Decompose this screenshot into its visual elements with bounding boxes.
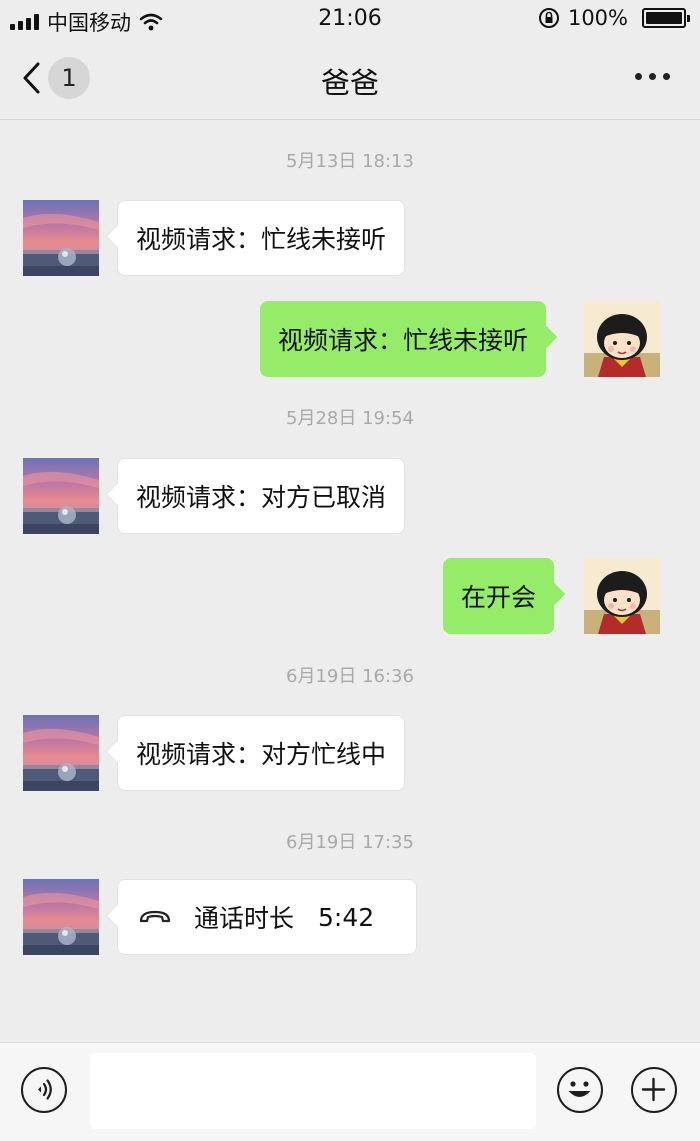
battery-label: 100% <box>567 6 628 30</box>
chat-area[interactable]: 5月13日 18:13 视频请求：忙线未接听 视频请求：忙线未接听 5月28日 … <box>0 121 700 1042</box>
message-bubble-sent[interactable]: 视频请求：忙线未接听 <box>260 301 547 377</box>
call-record-bubble[interactable]: 通话时长 5:42 <box>117 879 417 955</box>
more-dots-icon <box>635 73 642 80</box>
more-button[interactable] <box>635 73 670 80</box>
page-title: 爸爸 <box>320 66 379 100</box>
nav-bar: 1 爸爸 <box>0 40 700 120</box>
voice-button[interactable] <box>21 1067 67 1113</box>
call-duration-label: 通话时长 <box>194 904 295 933</box>
message-input[interactable] <box>90 1053 536 1129</box>
status-right: 100% <box>538 6 690 30</box>
avatar[interactable] <box>23 879 99 955</box>
plus-button[interactable] <box>631 1067 677 1113</box>
plus-icon <box>641 1077 666 1102</box>
message-text: 在开会 <box>461 583 537 612</box>
message-bubble-received[interactable]: 视频请求：对方忙线中 <box>117 715 406 791</box>
call-duration-value: 5:42 <box>318 902 375 932</box>
timestamp: 5月13日 18:13 <box>286 151 414 172</box>
emoji-icon <box>568 1081 591 1097</box>
message-bubble-received[interactable]: 视频请求：对方已取消 <box>117 458 406 534</box>
message-bubble-sent[interactable]: 在开会 <box>443 558 555 634</box>
input-bar <box>0 1042 700 1141</box>
battery-icon <box>642 8 690 28</box>
message-text: 视频请求：忙线未接听 <box>136 225 387 254</box>
rotation-lock-icon <box>538 8 559 28</box>
avatar-self[interactable] <box>584 558 660 634</box>
emoji-button[interactable] <box>557 1067 603 1113</box>
timestamp: 5月28日 19:54 <box>286 408 414 429</box>
avatar-self[interactable] <box>584 301 660 377</box>
message-text: 视频请求：对方忙线中 <box>136 740 387 769</box>
message-bubble-received[interactable]: 视频请求：忙线未接听 <box>117 200 406 276</box>
avatar[interactable] <box>23 200 99 276</box>
message-text: 视频请求：对方已取消 <box>136 483 387 512</box>
phone-hangup-icon <box>139 910 171 923</box>
avatar[interactable] <box>23 715 99 791</box>
status-bar: 中国移动 21:06 100% <box>0 0 700 40</box>
avatar[interactable] <box>23 458 99 534</box>
voice-icon <box>38 1079 52 1100</box>
message-text: 视频请求：忙线未接听 <box>278 326 529 355</box>
timestamp: 6月19日 17:35 <box>286 832 414 853</box>
timestamp: 6月19日 16:36 <box>286 666 414 687</box>
